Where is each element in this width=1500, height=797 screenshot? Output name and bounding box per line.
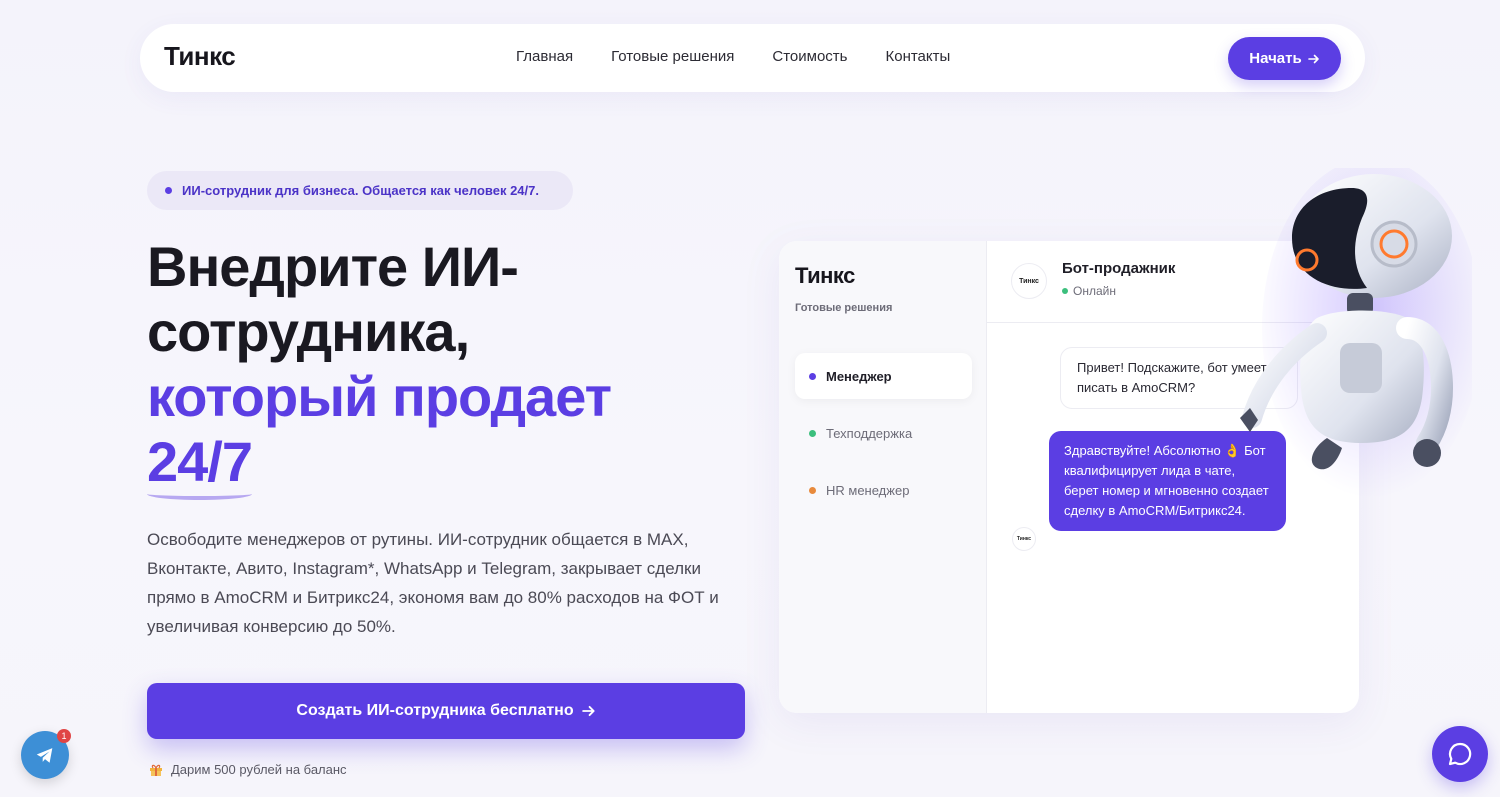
hero-description: Освободите менеджеров от рутины. ИИ-сотр… [147, 530, 719, 636]
start-button-label: Начать [1249, 50, 1302, 67]
menu-item-pricing[interactable]: Стоимость [772, 48, 847, 65]
sidebar-item-label: Менеджер [826, 368, 892, 384]
sidebar-item-label: HR менеджер [826, 482, 910, 498]
arrow-right-icon [581, 705, 595, 717]
create-employee-button[interactable]: Создать ИИ-сотрудника бесплатно [147, 683, 745, 739]
bot-name: Бот-продажник [1062, 260, 1176, 277]
gift-text: Дарим 500 рублей на баланс [171, 762, 347, 777]
cta-label: Создать ИИ-сотрудника бесплатно [296, 702, 574, 719]
hero-title-line4: 24/7 [147, 430, 253, 500]
status-dot [809, 486, 816, 494]
status-dot [809, 372, 816, 380]
telegram-icon [36, 748, 53, 763]
sidebar-item-support[interactable]: Техподдержка [795, 410, 972, 456]
badge-text: ИИ-сотрудник для бизнеса. Общается как ч… [182, 183, 539, 198]
online-dot [1062, 288, 1068, 294]
hero-title: Внедрите ИИ- сотрудника, который продает… [147, 234, 612, 500]
sidebar-item-hr[interactable]: HR менеджер [795, 467, 972, 513]
hero-title-line1: Внедрите ИИ- [147, 235, 519, 298]
sidebar-item-label: Техподдержка [826, 425, 913, 441]
sidebar-item-manager[interactable]: Менеджер [795, 353, 972, 399]
start-button[interactable]: Начать [1228, 37, 1341, 80]
robot-illustration [1240, 168, 1472, 498]
gift-icon [150, 764, 162, 776]
menu-item-home[interactable]: Главная [516, 48, 573, 65]
chat-widget-button[interactable] [1432, 726, 1488, 782]
menu-item-solutions[interactable]: Готовые решения [611, 48, 734, 65]
hero-badge: ИИ-сотрудник для бизнеса. Общается как ч… [147, 171, 573, 210]
chat-bubble-icon [1448, 742, 1472, 766]
arrow-right-icon [1307, 54, 1319, 63]
main-menu: Главная Готовые решения Стоимость Контак… [516, 48, 950, 65]
preview-sidebar: Тинкс Готовые решения Менеджер Техподдер… [779, 241, 987, 713]
bot-avatar-small: Тинкс [1012, 527, 1036, 551]
notification-badge: 1 [57, 729, 71, 743]
badge-dot [165, 187, 172, 194]
gift-note: Дарим 500 рублей на баланс [149, 762, 347, 777]
preview-logo: Тинкс [795, 263, 855, 288]
bot-status: Онлайн [1062, 284, 1116, 298]
bot-status-text: Онлайн [1073, 284, 1116, 298]
top-navbar: Тинкс Главная Готовые решения Стоимость … [140, 24, 1365, 92]
hero-title-line3: который продает [147, 365, 612, 428]
logo[interactable]: Тинкс [164, 41, 236, 72]
bot-avatar: Тинкс [1011, 263, 1047, 299]
telegram-button[interactable]: 1 [21, 729, 71, 779]
menu-item-contacts[interactable]: Контакты [885, 48, 950, 65]
hero-title-line2: сотрудника, [147, 300, 470, 363]
preview-subtitle: Готовые решения [795, 302, 893, 314]
status-dot [809, 429, 816, 437]
